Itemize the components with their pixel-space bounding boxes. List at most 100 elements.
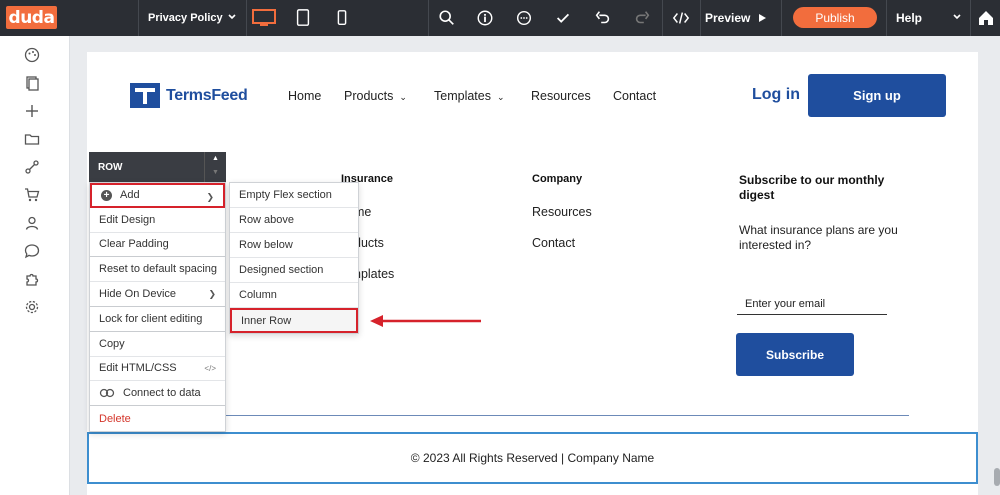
toolbar-divider <box>970 0 971 36</box>
duda-logo[interactable]: duda <box>6 6 57 29</box>
footer-divider <box>130 415 909 416</box>
menu-item-label: Lock for client editing <box>99 312 203 325</box>
move-down-icon[interactable]: ▼ <box>212 169 219 176</box>
settings-icon[interactable] <box>24 299 40 315</box>
code-icon: </> <box>204 363 216 373</box>
row-move-controls: ▲ ▼ <box>204 152 226 182</box>
row-context-header: ROW ▲ ▼ <box>89 152 226 182</box>
undo-icon[interactable] <box>593 8 613 28</box>
footer-copyright: © 2023 All Rights Reserved | Company Nam… <box>410 451 655 465</box>
search-icon[interactable] <box>437 8 457 28</box>
site-logo-text: TermsFeed <box>166 86 248 104</box>
login-link[interactable]: Log in <box>752 86 800 104</box>
nav-resources[interactable]: Resources <box>531 89 591 103</box>
preview-button[interactable]: Preview <box>705 0 768 36</box>
chevron-down-icon <box>953 14 961 20</box>
tablet-icon[interactable] <box>293 8 313 28</box>
toolbar-divider <box>700 0 701 36</box>
nav-templates[interactable]: Templates ⌄ <box>434 89 505 103</box>
help-label: Help <box>896 11 923 25</box>
home-icon[interactable] <box>976 8 996 28</box>
play-icon <box>759 14 767 22</box>
company-column-title: Company <box>532 173 583 185</box>
publish-button[interactable]: Publish <box>793 7 877 28</box>
connections-icon[interactable] <box>24 159 40 175</box>
plus-circle-icon: + <box>101 189 112 201</box>
menu-item-edit-design[interactable]: Edit Design <box>90 208 225 233</box>
menu-item-clear-padding[interactable]: Clear Padding <box>90 233 225 258</box>
chevron-down-icon: ⌄ <box>496 92 505 102</box>
toolbar-divider <box>428 0 429 36</box>
nav-home[interactable]: Home <box>288 89 321 103</box>
redo-icon[interactable] <box>632 8 652 28</box>
nav-contact[interactable]: Contact <box>613 89 656 103</box>
site-logo[interactable]: TermsFeed <box>130 83 248 108</box>
menu-item-label: Edit Design <box>99 213 156 226</box>
page-selector[interactable]: Privacy Policy <box>140 0 245 36</box>
chevron-down-icon: ⌄ <box>399 92 407 102</box>
menu-item-hide-on-device[interactable]: Hide On Device ❯ <box>90 282 225 307</box>
submenu-column[interactable]: Column <box>230 283 358 308</box>
menu-item-label: Hide On Device <box>99 288 177 301</box>
company-link-contact[interactable]: Contact <box>532 236 575 250</box>
submenu-empty-flex-section[interactable]: Empty Flex section <box>230 183 358 208</box>
menu-item-label: Clear Padding <box>99 238 169 251</box>
row-label: ROW <box>98 162 123 173</box>
email-input[interactable] <box>737 293 887 315</box>
subscribe-title: Subscribe to our monthly digest <box>739 173 885 202</box>
submenu-designed-section[interactable]: Designed section <box>230 258 358 283</box>
canvas-scrollbar[interactable] <box>994 468 1000 486</box>
submenu-inner-row[interactable]: Inner Row <box>230 308 358 333</box>
top-toolbar: duda Privacy Policy Preview Publish Help <box>0 0 1000 36</box>
left-sidebar <box>0 36 70 495</box>
folder-icon[interactable] <box>24 131 40 147</box>
user-icon[interactable] <box>24 215 40 231</box>
nav-products[interactable]: Products ⌄ <box>344 89 407 103</box>
submenu-row-above[interactable]: Row above <box>230 208 358 233</box>
menu-item-label: Add <box>120 189 140 202</box>
desktop-icon[interactable] <box>252 8 276 28</box>
chevron-right-icon: ❯ <box>206 192 214 202</box>
signup-button[interactable]: Sign up <box>808 74 946 117</box>
footer-row-selected[interactable]: © 2023 All Rights Reserved | Company Nam… <box>87 432 978 484</box>
menu-item-label: Copy <box>99 337 125 350</box>
menu-item-label: Delete <box>99 412 131 425</box>
toolbar-divider <box>246 0 247 36</box>
toolbar-divider <box>781 0 782 36</box>
menu-item-reset-spacing[interactable]: Reset to default spacing <box>90 257 225 283</box>
insurance-link[interactable]: nplates <box>354 267 394 281</box>
pages-icon[interactable] <box>24 75 40 91</box>
move-up-icon[interactable]: ▲ <box>212 155 219 162</box>
row-context-menu: + Add ❯ Edit Design Clear Padding Reset … <box>89 182 226 432</box>
menu-item-label: Reset to default spacing <box>99 263 218 276</box>
menu-item-connect-data[interactable]: Connect to data <box>90 381 225 407</box>
toolbar-divider <box>138 0 139 36</box>
puzzle-icon[interactable] <box>24 271 40 287</box>
company-link-resources[interactable]: Resources <box>532 205 592 219</box>
menu-item-lock[interactable]: Lock for client editing <box>90 307 225 332</box>
nav-products-label: Products <box>344 89 394 103</box>
palette-icon[interactable] <box>24 47 40 63</box>
info-icon[interactable] <box>475 8 495 28</box>
subscribe-question: What insurance plans are you interested … <box>739 223 898 252</box>
menu-item-label: Edit HTML/CSS <box>99 362 177 375</box>
mobile-icon[interactable] <box>332 8 352 28</box>
toolbar-divider <box>662 0 663 36</box>
comments-icon[interactable] <box>514 8 534 28</box>
annotation-arrow-icon <box>370 315 481 327</box>
link-icon <box>99 389 115 398</box>
cart-icon[interactable] <box>24 187 40 203</box>
subscribe-button[interactable]: Subscribe <box>736 333 854 376</box>
submenu-row-below[interactable]: Row below <box>230 233 358 258</box>
chat-icon[interactable] <box>24 243 40 259</box>
code-icon[interactable] <box>671 8 691 28</box>
check-icon[interactable] <box>553 8 573 28</box>
menu-item-edit-html[interactable]: Edit HTML/CSS </> <box>90 357 225 382</box>
menu-item-add[interactable]: + Add ❯ <box>90 183 225 208</box>
menu-item-delete[interactable]: Delete <box>90 406 225 431</box>
chevron-right-icon: ❯ <box>208 289 216 300</box>
help-menu[interactable]: Help <box>888 0 968 36</box>
add-submenu: Empty Flex section Row above Row below D… <box>229 182 359 334</box>
menu-item-copy[interactable]: Copy <box>90 332 225 357</box>
add-icon[interactable] <box>24 103 40 119</box>
